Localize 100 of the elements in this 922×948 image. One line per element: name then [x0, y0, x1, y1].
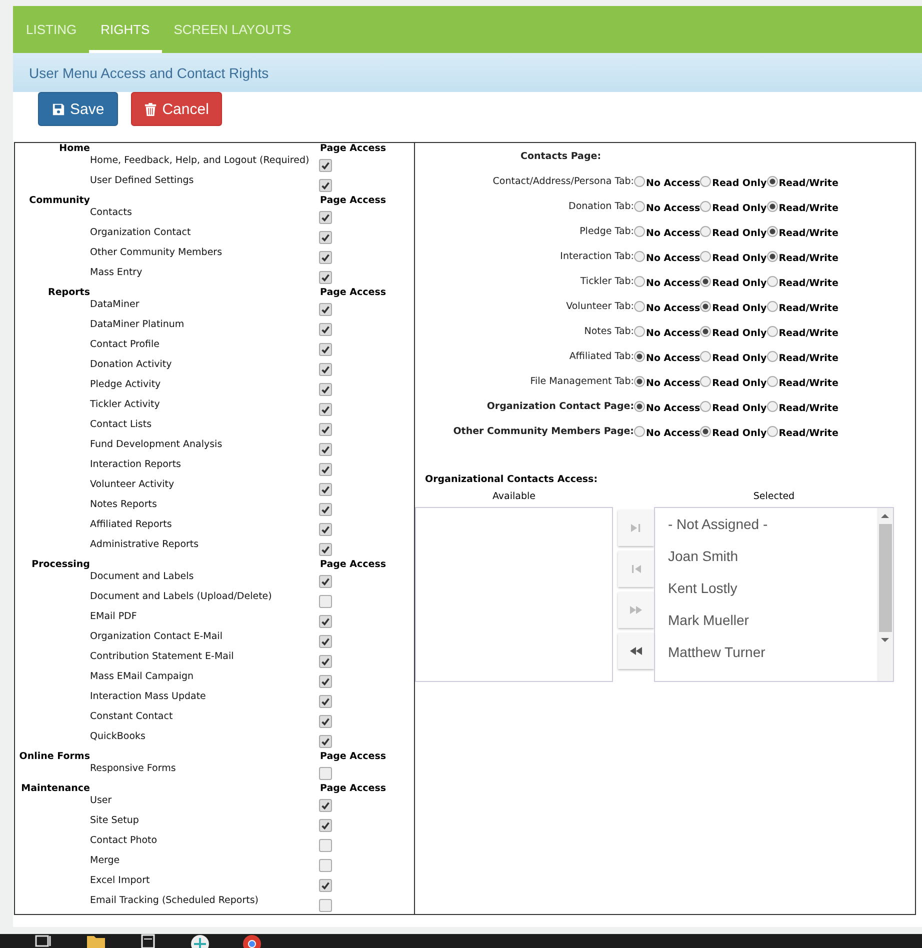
radio-button[interactable] — [634, 351, 645, 362]
checkbox[interactable] — [319, 575, 332, 588]
radio-button[interactable] — [766, 376, 778, 387]
radio-button[interactable] — [700, 426, 712, 437]
radio-button[interactable] — [766, 276, 778, 287]
scrollbar[interactable] — [877, 508, 893, 681]
checkbox[interactable] — [319, 615, 332, 628]
scroll-up-icon[interactable] — [881, 513, 889, 519]
checkbox[interactable] — [319, 503, 332, 516]
radio-button[interactable] — [700, 276, 712, 287]
circle-app-icon[interactable] — [189, 934, 211, 948]
checkbox[interactable] — [319, 443, 332, 456]
checkbox[interactable] — [319, 251, 332, 264]
checkbox[interactable] — [319, 543, 332, 556]
radio-button[interactable] — [634, 276, 645, 287]
checkbox[interactable] — [319, 303, 332, 316]
checkbox[interactable] — [319, 323, 332, 336]
radio-button[interactable] — [634, 376, 645, 387]
checkbox[interactable] — [319, 799, 332, 812]
column-heading: Page Access — [319, 559, 388, 571]
radio-button[interactable] — [634, 426, 645, 437]
checkbox[interactable] — [319, 343, 332, 356]
radio-button[interactable] — [700, 176, 712, 187]
radio-button[interactable] — [700, 376, 712, 387]
option-label: No Access — [645, 428, 700, 439]
checkbox[interactable] — [319, 635, 332, 648]
checkbox[interactable] — [319, 819, 332, 832]
radio-button[interactable] — [634, 301, 645, 312]
checkbox[interactable] — [319, 423, 332, 436]
checkbox[interactable] — [319, 483, 332, 496]
checkbox[interactable] — [319, 523, 332, 536]
option-label: Read Only — [711, 428, 767, 439]
radio-button[interactable] — [634, 326, 645, 337]
option-label: Read/Write — [778, 428, 838, 439]
radio-button[interactable] — [766, 426, 778, 437]
checkbox[interactable] — [319, 695, 332, 708]
radio-button[interactable] — [700, 401, 712, 412]
radio-button[interactable] — [700, 251, 712, 262]
checkbox[interactable] — [319, 363, 332, 376]
option-label: No Access — [645, 328, 700, 339]
checkbox[interactable] — [319, 231, 332, 244]
list-item[interactable]: - Not Assigned - — [668, 512, 877, 544]
cancel-button[interactable]: Cancel — [131, 92, 222, 126]
menu-item-label: Contact Profile — [90, 339, 161, 352]
selected-list[interactable]: - Not Assigned - Joan Smith Kent Lostly Mark Mueller Matthew Turner — [654, 507, 894, 682]
radio-button[interactable] — [634, 251, 645, 262]
radio-button[interactable] — [634, 401, 645, 412]
checkbox[interactable] — [319, 715, 332, 728]
checkbox[interactable] — [319, 899, 332, 912]
option-label: Read Only — [711, 178, 767, 189]
option-label: No Access — [645, 203, 700, 214]
radio-button[interactable] — [700, 351, 712, 362]
radio-button[interactable] — [634, 201, 645, 212]
list-item[interactable]: Joan Smith — [668, 544, 877, 576]
radio-button[interactable] — [766, 176, 778, 187]
radio-button[interactable] — [766, 301, 778, 312]
checkbox[interactable] — [319, 383, 332, 396]
radio-button[interactable] — [766, 326, 778, 337]
checkbox[interactable] — [319, 595, 332, 608]
checkbox[interactable] — [319, 859, 332, 872]
radio-button[interactable] — [766, 351, 778, 362]
option-label: Read/Write — [778, 353, 838, 364]
radio-button[interactable] — [634, 226, 645, 237]
checkbox[interactable] — [319, 735, 332, 748]
folder-icon[interactable] — [85, 934, 107, 948]
option-label: Read/Write — [778, 328, 838, 339]
option-label: Read/Write — [778, 228, 838, 239]
radio-button[interactable] — [766, 251, 778, 262]
option-label: Read Only — [711, 378, 767, 389]
checkbox[interactable] — [319, 463, 332, 476]
section-heading: Home — [58, 143, 90, 155]
move-button[interactable] — [618, 633, 654, 669]
radio-button[interactable] — [700, 201, 712, 212]
radio-button[interactable] — [766, 226, 778, 237]
radio-button[interactable] — [700, 326, 712, 337]
checkbox[interactable] — [319, 271, 332, 284]
checkbox[interactable] — [319, 839, 332, 852]
checkbox[interactable] — [319, 211, 332, 224]
browser-icon[interactable] — [241, 934, 263, 948]
radio-button[interactable] — [700, 301, 712, 312]
checkbox[interactable] — [319, 179, 332, 192]
checkbox[interactable] — [319, 767, 332, 780]
checkbox[interactable] — [319, 675, 332, 688]
radio-button[interactable] — [700, 226, 712, 237]
radio-button[interactable] — [766, 201, 778, 212]
checkbox[interactable] — [319, 159, 332, 172]
save-button[interactable]: Save — [38, 92, 118, 126]
checkbox[interactable] — [319, 655, 332, 668]
list-heading: Selected — [753, 491, 795, 502]
list-item[interactable]: Kent Lostly — [668, 576, 877, 608]
list-item[interactable]: Mark Mueller — [668, 608, 877, 640]
radio-button[interactable] — [634, 176, 645, 187]
scroll-down-icon[interactable] — [881, 637, 889, 643]
checkbox[interactable] — [319, 403, 332, 416]
menu-item-label: Notes Reports — [90, 499, 158, 512]
radio-button[interactable] — [766, 401, 778, 412]
checkbox[interactable] — [319, 879, 332, 892]
list-item[interactable]: Matthew Turner — [668, 640, 877, 672]
option-label: Read Only — [711, 278, 767, 289]
option-label: No Access — [645, 303, 700, 314]
